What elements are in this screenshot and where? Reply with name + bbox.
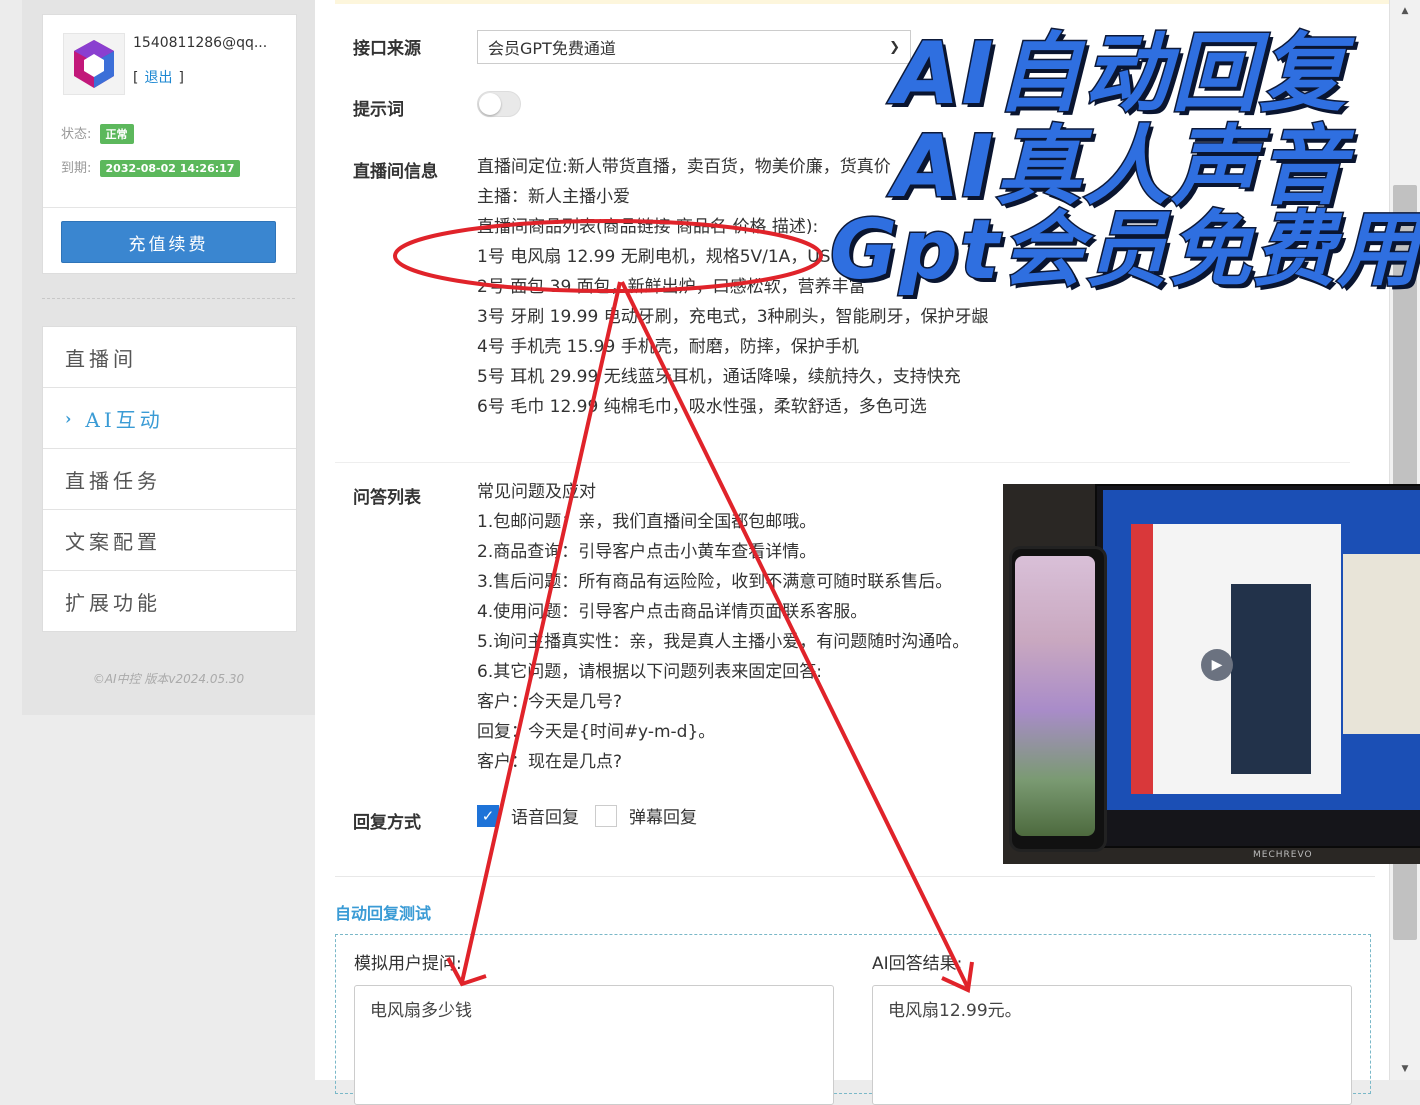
toggle-knob <box>479 93 501 115</box>
reply-mode-label: 回复方式 <box>353 813 421 833</box>
sidebar-item-copy-config[interactable]: 文案配置 <box>43 510 296 571</box>
room-info-line: 4号 手机壳 15.99 手机壳，耐磨，防摔，保护手机 <box>477 337 859 357</box>
ai-answer-output[interactable]: 电风扇12.99元。 <box>872 985 1352 1105</box>
version-text: ©AI中控 版本v2024.05.30 <box>92 672 245 686</box>
qa-line: 6.其它问题，请根据以下问题列表来固定回答: <box>477 662 822 682</box>
expire-label: 到期: <box>61 161 92 176</box>
sidebar-item-label: 直播任务 <box>65 468 161 493</box>
sidebar-item-ai-interaction[interactable]: › AI互动 <box>43 388 296 449</box>
qa-line: 回复：今天是{时间#y-m-d}。 <box>477 722 716 742</box>
qa-line: 常见问题及应对 <box>477 482 596 502</box>
qa-line: 2.商品查询：引导客户点击小黄车查看详情。 <box>477 542 817 562</box>
api-source-value: 会员GPT免费通道 <box>488 39 616 58</box>
promo-line-3: Gpt会员免费用 <box>828 202 1420 300</box>
card-divider <box>43 207 296 208</box>
logout-bracket-open: [ <box>133 70 139 86</box>
qa-text[interactable]: 常见问题及应对 1.包邮问题：亲，我们直播间全国都包邮哦。 2.商品查询：引导客… <box>477 477 969 777</box>
status-badge: 正常 <box>99 124 134 144</box>
qa-line: 客户：今天是几号? <box>477 692 623 712</box>
sidebar-item-label: 扩展功能 <box>65 590 161 615</box>
sidebar-item-extensions[interactable]: 扩展功能 <box>43 571 296 631</box>
sidebar-item-live-room[interactable]: 直播间 <box>43 327 296 388</box>
section-divider <box>335 876 1375 877</box>
ai-answer-label: AI回答结果: <box>872 954 963 974</box>
sidebar-item-live-tasks[interactable]: 直播任务 <box>43 449 296 510</box>
avatar <box>63 33 125 95</box>
scroll-up-arrow-icon[interactable]: ▲ <box>1390 2 1420 20</box>
user-card: 1540811286@qq... [ 退出] 状态: 正常 到期: 2032-08… <box>42 14 297 274</box>
recharge-button[interactable]: 充值续费 <box>61 221 276 263</box>
logout-wrap: [ 退出] <box>133 67 184 87</box>
room-info-line: 3号 牙刷 19.99 电动牙刷，充电式，3种刷头，智能刷牙，保护牙龈 <box>477 307 989 327</box>
danmu-reply-checkbox[interactable] <box>595 804 617 827</box>
prompt-label: 提示词 <box>353 100 404 120</box>
room-info-line: 6号 毛巾 12.99 纯棉毛巾，吸水性强，柔软舒适，多色可选 <box>477 397 927 417</box>
app-sidebar <box>1131 524 1153 794</box>
sidebar: 1540811286@qq... [ 退出] 状态: 正常 到期: 2032-08… <box>22 0 315 715</box>
qa-line: 1.包邮问题：亲，我们直播间全国都包邮哦。 <box>477 512 817 532</box>
chevron-right-icon: › <box>65 408 72 428</box>
sidebar-item-label: AI互动 <box>85 407 164 432</box>
auto-reply-test-title: 自动回复测试 <box>335 904 432 923</box>
qa-line: 4.使用问题：引导客户点击商品详情页面联系客服。 <box>477 602 868 622</box>
phone-screen <box>1015 556 1095 836</box>
danmu-reply-label[interactable]: 弹幕回复 <box>629 803 697 828</box>
account-email: 1540811286@qq... <box>133 35 268 51</box>
sidebar-item-label: 直播间 <box>65 346 137 371</box>
logout-bracket-close: ] <box>178 70 184 86</box>
sidebar-divider <box>42 298 295 299</box>
room-info-line: 5号 耳机 29.99 无线蓝牙耳机，通话降噪，续航持久，支持快充 <box>477 367 961 387</box>
room-info-label: 直播间信息 <box>353 162 438 182</box>
auto-reply-test-box: 模拟用户提问: 电风扇多少钱 AI回答结果: 电风扇12.99元。 <box>335 934 1371 1105</box>
qa-line: 3.售后问题：所有商品有运险险，收到不满意可随时联系售后。 <box>477 572 953 592</box>
voice-reply-label[interactable]: 语音回复 <box>511 803 579 828</box>
prompt-toggle[interactable] <box>477 91 521 117</box>
scroll-down-arrow-icon[interactable]: ▼ <box>1390 1060 1420 1078</box>
app-logo-icon <box>74 40 114 88</box>
demo-photo: ▶ MECHREVO <box>1003 484 1420 864</box>
qa-line: 5.询问主播真实性：亲，我是真人主播小爱，有问题随时沟通哈。 <box>477 632 970 652</box>
expire-row: 到期: 2032-08-02 14:26:17 <box>61 157 241 177</box>
status-label: 状态: <box>61 127 92 142</box>
qa-line: 客户：现在是几点? <box>477 752 623 772</box>
expire-badge: 2032-08-02 14:26:17 <box>99 160 241 177</box>
user-question-label: 模拟用户提问: <box>354 954 462 974</box>
reply-mode-options: ✓ 语音回复 弹幕回复 <box>477 803 713 828</box>
qa-divider <box>335 462 1350 463</box>
check-icon: ✓ <box>481 806 495 825</box>
logout-link[interactable]: 退出 <box>144 70 172 86</box>
api-source-label: 接口来源 <box>353 39 421 59</box>
sidebar-item-label: 文案配置 <box>65 529 161 554</box>
monitor-brand: MECHREVO <box>1253 850 1313 860</box>
play-icon: ▶ <box>1201 649 1233 681</box>
product-image <box>1343 554 1420 734</box>
app-panel <box>1231 584 1311 774</box>
qa-label: 问答列表 <box>353 488 421 508</box>
voice-reply-checkbox[interactable]: ✓ <box>477 804 499 827</box>
api-source-select[interactable]: 会员GPT免费通道 ❯ <box>477 30 911 64</box>
user-question-input[interactable]: 电风扇多少钱 <box>354 985 834 1105</box>
sidebar-nav: 直播间 › AI互动 直播任务 文案配置 扩展功能 <box>42 326 297 632</box>
status-row: 状态: 正常 <box>61 123 134 144</box>
